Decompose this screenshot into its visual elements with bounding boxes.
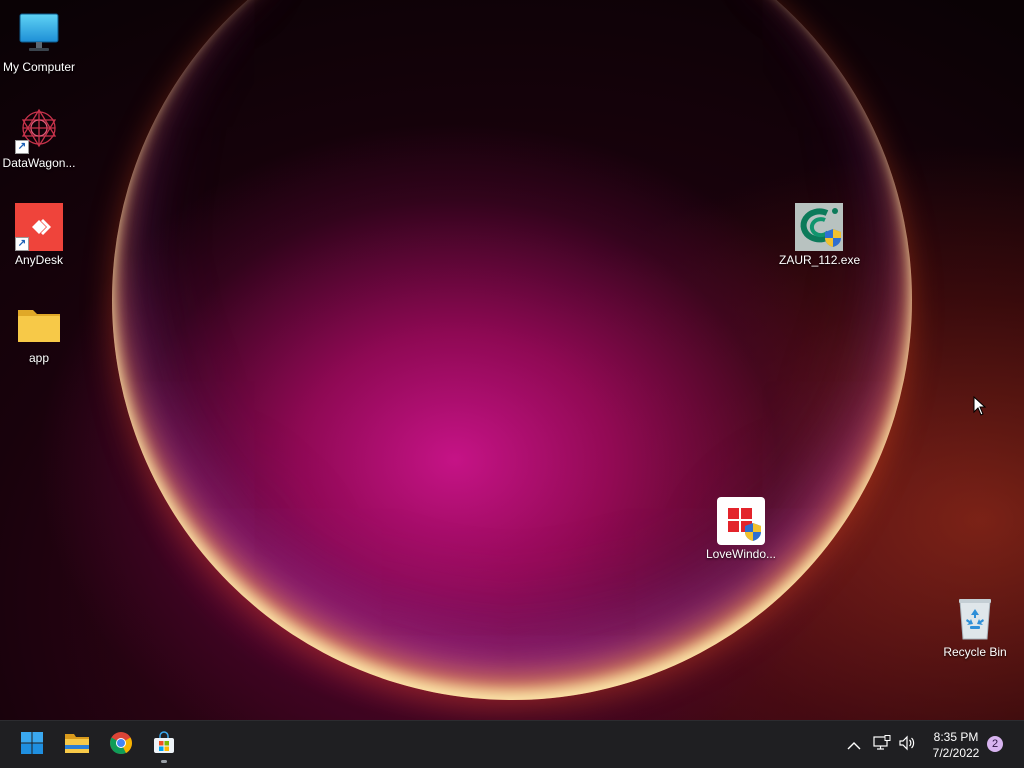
chrome-icon <box>109 731 133 759</box>
chrome-button[interactable] <box>103 727 139 763</box>
desktop-icon-app-folder[interactable]: app <box>0 301 79 366</box>
desktop-icon-zaur[interactable]: ZAUR_112.exe <box>779 203 861 268</box>
desktop-icon-label: ZAUR_112.exe <box>779 253 861 267</box>
show-hidden-icons-button[interactable] <box>843 721 865 768</box>
desktop-icon-anydesk[interactable]: ↗ AnyDesk <box>0 203 79 268</box>
network-icon <box>873 735 891 755</box>
desktop-icon-label: LoveWindo... <box>705 547 777 561</box>
desktop-icon-my-computer[interactable]: My Computer <box>0 10 79 75</box>
store-icon <box>152 731 176 759</box>
volume-icon <box>898 735 916 755</box>
lovewindows-icon <box>717 497 765 545</box>
desktop-icon-label: My Computer <box>2 60 76 74</box>
desktop-icon-label: Recycle Bin <box>943 645 1007 659</box>
shortcut-arrow-icon: ↗ <box>15 237 29 251</box>
datawagon-icon: ↗ <box>15 106 63 154</box>
start-button[interactable] <box>14 727 50 763</box>
wallpaper-bloom <box>112 0 912 700</box>
shortcut-arrow-icon: ↗ <box>15 140 29 154</box>
desktop-icon-label: DataWagon... <box>2 156 76 170</box>
desktop-icon-label: AnyDesk <box>14 253 64 267</box>
running-indicator <box>161 760 167 763</box>
desktop-icon-datawagon[interactable]: ↗ DataWagon... <box>0 106 79 171</box>
clock-date: 7/2/2022 <box>932 746 980 760</box>
chevron-up-icon <box>847 736 861 755</box>
windows-start-icon <box>20 731 44 759</box>
clock-time: 8:35 PM <box>933 730 979 744</box>
anydesk-icon: ↗ <box>15 203 63 251</box>
zaur-exe-icon <box>795 203 843 251</box>
notification-badge[interactable]: 2 <box>987 736 1003 752</box>
taskbar-clock[interactable]: 8:35 PM 7/2/2022 <box>920 729 992 761</box>
taskbar: 8:35 PM 7/2/2022 <box>0 720 1024 768</box>
file-explorer-button[interactable] <box>59 727 95 763</box>
desktop-icon-lovewindows[interactable]: LoveWindo... <box>701 497 781 562</box>
recycle-bin-icon <box>951 595 999 643</box>
desktop-icon-label: app <box>28 351 50 365</box>
desktop-icon-recycle-bin[interactable]: Recycle Bin <box>935 595 1015 660</box>
monitor-icon <box>15 10 63 58</box>
network-button[interactable] <box>871 721 893 768</box>
folder-icon <box>15 301 63 349</box>
microsoft-store-button[interactable] <box>146 727 182 763</box>
desktop[interactable]: My Computer ↗ DataWagon... ↗ AnyDesk app… <box>0 0 1024 720</box>
volume-button[interactable] <box>896 721 918 768</box>
file-explorer-icon <box>64 731 90 759</box>
mouse-cursor-icon <box>973 395 987 420</box>
